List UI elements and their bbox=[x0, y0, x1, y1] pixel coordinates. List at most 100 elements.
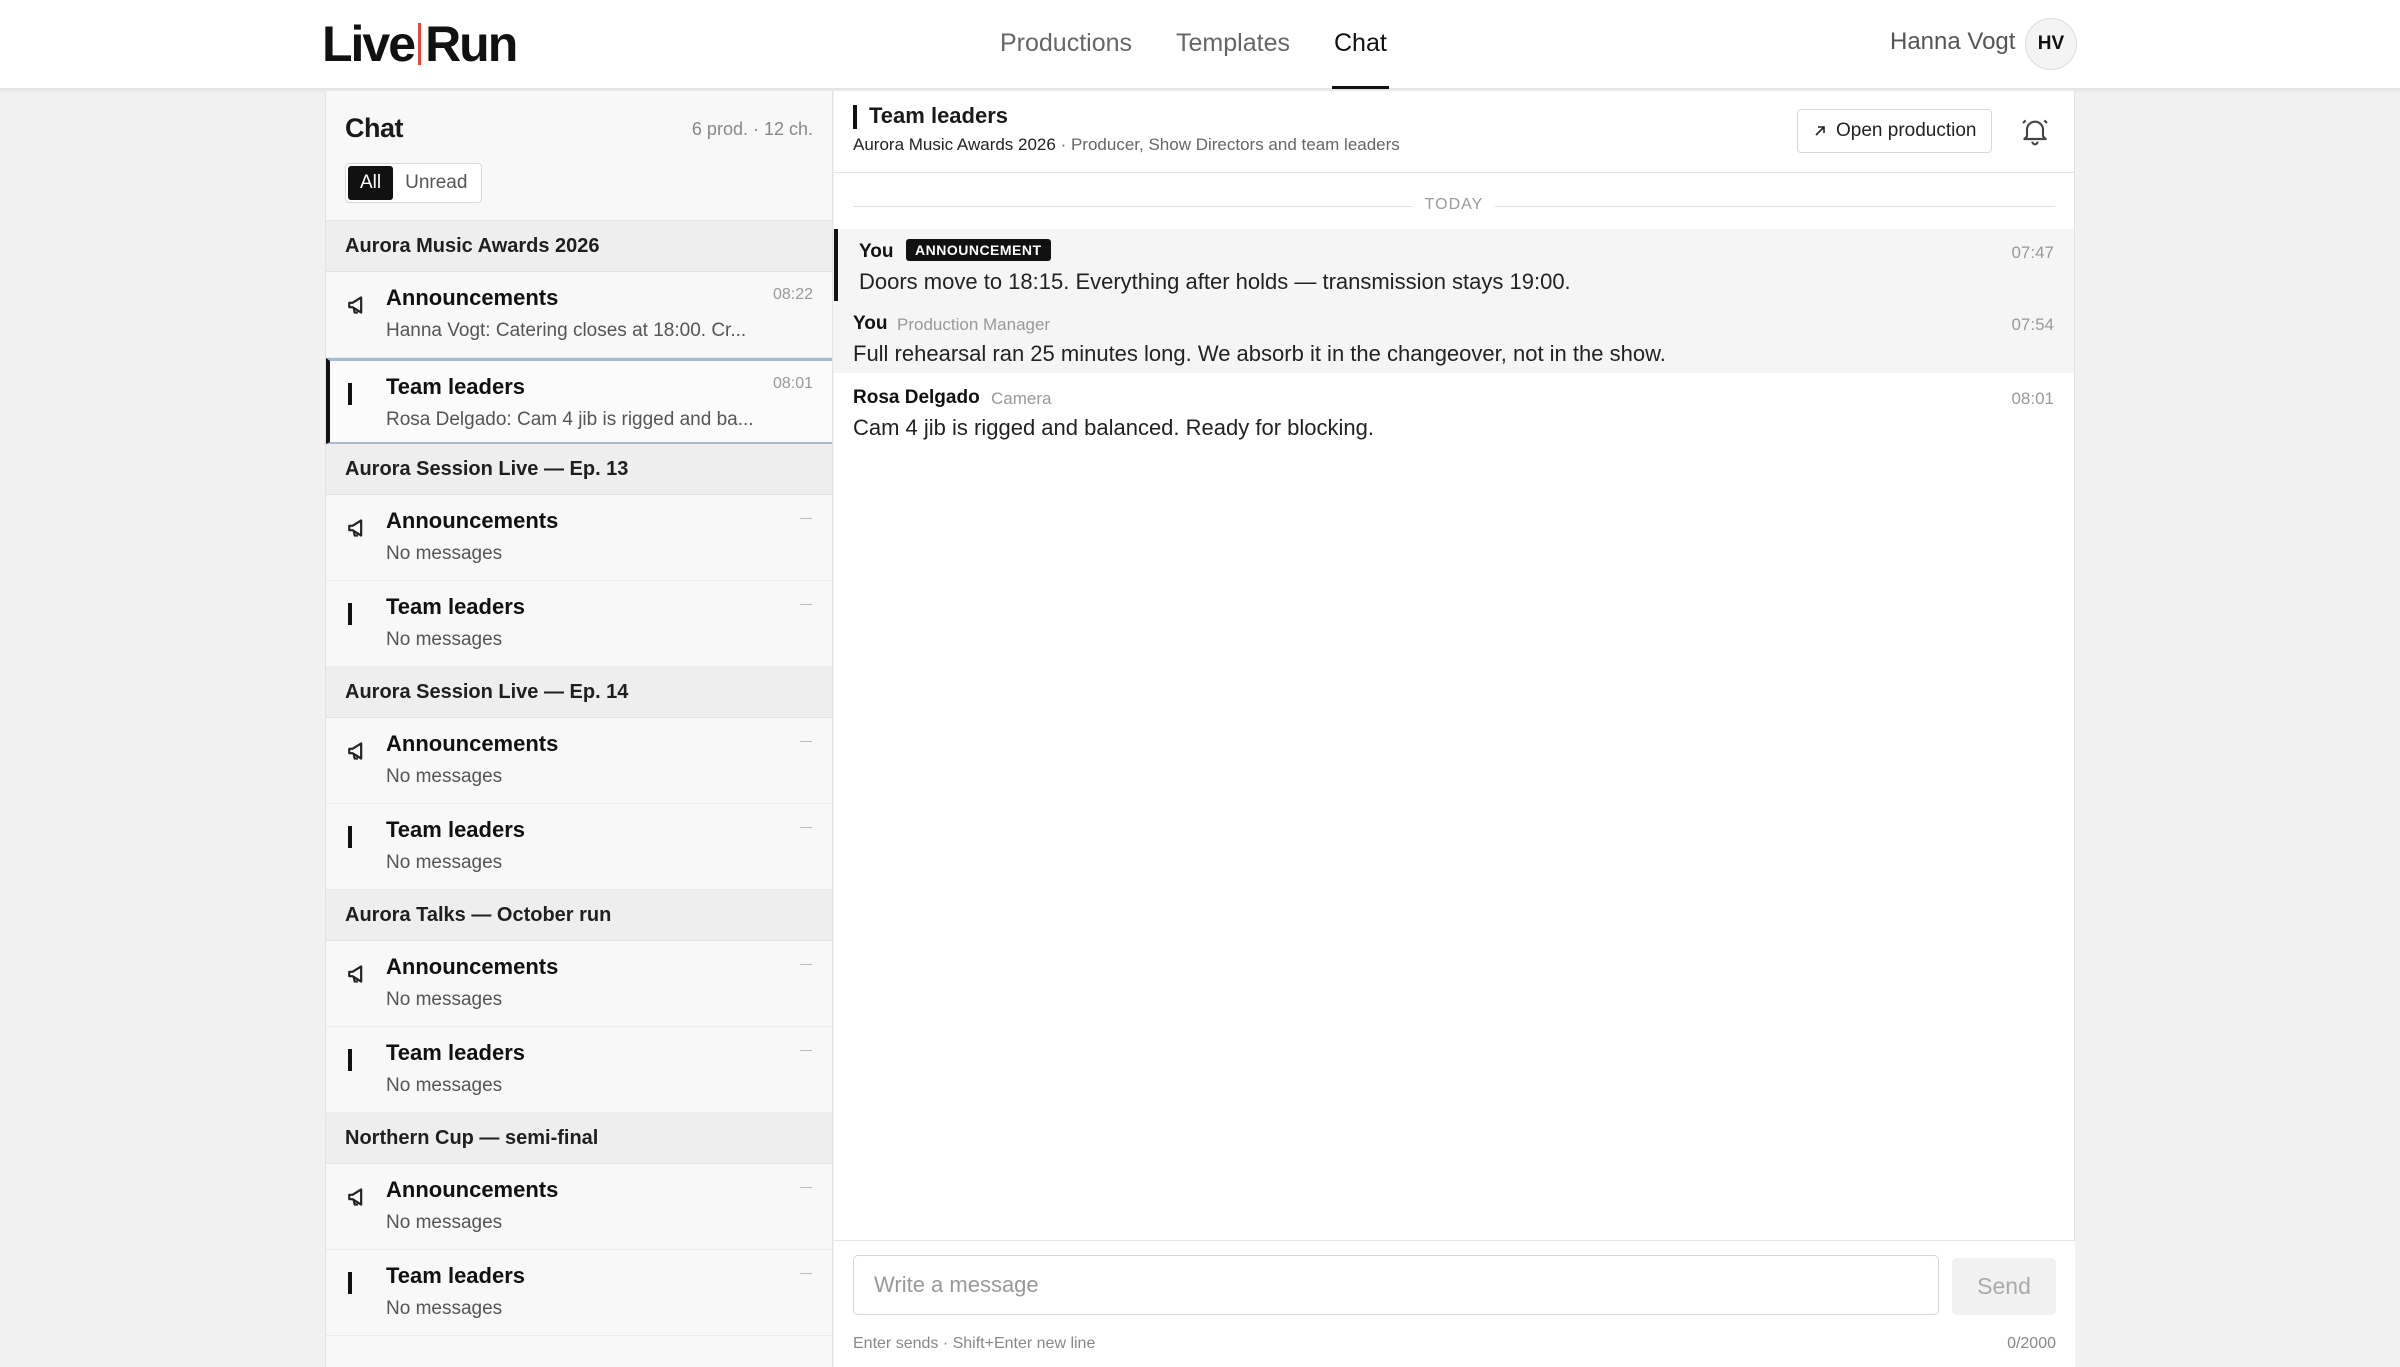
user-name[interactable]: Hanna Vogt bbox=[1890, 28, 2015, 56]
megaphone-icon bbox=[348, 742, 363, 760]
open-production-label: Open production bbox=[1836, 120, 1977, 141]
message-composer: Write a message Send Enter sends · Shift… bbox=[834, 1240, 2075, 1367]
team-channel-icon bbox=[348, 383, 352, 405]
channel-preview: No messages bbox=[386, 852, 503, 873]
channel-audience: · Producer, Show Directors and team lead… bbox=[1055, 135, 1400, 154]
team-channel-icon bbox=[348, 603, 352, 625]
megaphone-icon bbox=[348, 519, 363, 537]
no-activity-dash bbox=[800, 1273, 812, 1274]
channel-name: Team leaders bbox=[386, 594, 526, 619]
message[interactable]: You Production Manager 07:54 Full rehear… bbox=[834, 301, 2074, 373]
team-channel-icon bbox=[853, 105, 857, 129]
send-button[interactable]: Send bbox=[1952, 1258, 2056, 1315]
channel-item-team-leaders[interactable]: Team leaders No messages bbox=[326, 1027, 832, 1113]
channel-name: Announcements bbox=[386, 954, 559, 979]
channel-name: Announcements bbox=[386, 1177, 559, 1202]
channel-header: Team leaders Aurora Music Awards 2026 · … bbox=[834, 91, 2074, 173]
message-time: 07:47 bbox=[2011, 243, 2054, 262]
sidebar-header: Chat 6 prod. · 12 ch. All Unread bbox=[326, 91, 832, 221]
channel-item-announcements[interactable]: Announcements No messages bbox=[326, 495, 832, 581]
channel-item-team-leaders[interactable]: Team leaders No messages bbox=[326, 804, 832, 890]
production-group-header: Aurora Talks — October run bbox=[326, 890, 832, 941]
channel-production: Aurora Music Awards 2026 bbox=[853, 135, 1056, 154]
megaphone-icon bbox=[348, 1188, 363, 1206]
message-announcement[interactable]: You ANNOUNCEMENT 07:47 Doors move to 18:… bbox=[834, 229, 2074, 301]
channel-name: Announcements bbox=[386, 508, 559, 533]
logo-separator bbox=[418, 23, 422, 65]
no-activity-dash bbox=[800, 604, 812, 605]
channel-time: 08:01 bbox=[772, 375, 813, 392]
bell-icon[interactable] bbox=[2019, 115, 2051, 147]
day-label: TODAY bbox=[1424, 196, 1484, 213]
channel-name: Team leaders bbox=[386, 1263, 526, 1288]
channel-preview: Hanna Vogt: Catering closes at 18:00. Cr… bbox=[386, 320, 747, 341]
team-channel-icon bbox=[348, 1049, 352, 1071]
no-activity-dash bbox=[800, 964, 812, 965]
message-text: Doors move to 18:15. Everything after ho… bbox=[859, 269, 1571, 294]
avatar[interactable]: HV bbox=[2025, 18, 2077, 70]
megaphone-icon bbox=[348, 965, 363, 983]
no-activity-dash bbox=[800, 741, 812, 742]
sidebar-title: Chat bbox=[345, 113, 404, 143]
nav-productions[interactable]: Productions bbox=[1000, 0, 1132, 89]
channel-name: Team leaders bbox=[386, 374, 526, 399]
channel-time: 08:22 bbox=[772, 286, 813, 303]
production-group-header: Aurora Session Live — Ep. 13 bbox=[326, 444, 832, 495]
channel-preview: No messages bbox=[386, 989, 503, 1010]
channel-item-announcements[interactable]: Announcements No messages bbox=[326, 941, 832, 1027]
channel-preview: No messages bbox=[386, 1075, 503, 1096]
no-activity-dash bbox=[800, 518, 812, 519]
top-bar: Live Run Productions Templates Chat Hann… bbox=[0, 0, 2400, 89]
channel-preview: No messages bbox=[386, 1212, 503, 1233]
message-author: Rosa Delgado bbox=[853, 387, 980, 408]
nav-templates[interactable]: Templates bbox=[1176, 0, 1290, 89]
arrow-up-right-icon bbox=[1815, 126, 1825, 136]
channel-preview: No messages bbox=[386, 766, 503, 787]
channel-item-announcements[interactable]: Announcements No messages bbox=[326, 718, 832, 804]
channel-item-team-leaders[interactable]: Team leaders No messages bbox=[326, 581, 832, 667]
message-time: 08:01 bbox=[2011, 389, 2054, 408]
message-author: You bbox=[859, 241, 894, 262]
message-text: Full rehearsal ran 25 minutes long. We a… bbox=[853, 341, 1666, 366]
channel-item-announcements[interactable]: Announcements No messages bbox=[326, 1164, 832, 1250]
channel-preview: No messages bbox=[386, 543, 503, 564]
channel-subtitle: Aurora Music Awards 2026 · Producer, Sho… bbox=[853, 135, 1400, 155]
team-channel-icon bbox=[348, 826, 352, 848]
main-nav: Productions Templates Chat bbox=[1000, 0, 1431, 89]
message-text: Cam 4 jib is rigged and balanced. Ready … bbox=[853, 415, 1374, 440]
channel-item-team-leaders[interactable]: Team leaders No messages bbox=[326, 1250, 832, 1336]
character-count: 0/2000 bbox=[2007, 1335, 2056, 1352]
no-activity-dash bbox=[800, 827, 812, 828]
app-logo[interactable]: Live Run bbox=[322, 16, 518, 72]
message-role: Production Manager bbox=[897, 315, 1051, 334]
message[interactable]: Rosa Delgado Camera 08:01 Cam 4 jib is r… bbox=[834, 375, 2074, 447]
channel-item-team-leaders-selected[interactable]: Team leaders Rosa Delgado: Cam 4 jib is … bbox=[326, 358, 832, 444]
chat-panel: Team leaders Aurora Music Awards 2026 · … bbox=[834, 91, 2075, 1367]
message-role: Camera bbox=[991, 389, 1052, 408]
channel-preview: No messages bbox=[386, 1298, 503, 1319]
channel-sidebar: Chat 6 prod. · 12 ch. All Unread Aurora … bbox=[325, 91, 833, 1367]
message-input[interactable]: Write a message bbox=[853, 1255, 1939, 1315]
nav-chat[interactable]: Chat bbox=[1331, 0, 1389, 89]
filter-toggle: All Unread bbox=[345, 163, 483, 203]
production-group-header: Aurora Music Awards 2026 bbox=[326, 221, 832, 272]
channel-title: Team leaders bbox=[869, 103, 1009, 128]
logo-text-right: Run bbox=[425, 16, 518, 72]
filter-unread-button[interactable]: Unread bbox=[393, 166, 479, 200]
logo-text-left: Live bbox=[322, 16, 416, 72]
filter-all-button[interactable]: All bbox=[348, 166, 394, 200]
production-group-header: Northern Cup — semi-final bbox=[326, 1113, 832, 1164]
composer-hint: Enter sends · Shift+Enter new line bbox=[853, 1335, 1096, 1352]
channel-item-announcements[interactable]: Announcements Hanna Vogt: Catering close… bbox=[326, 272, 832, 358]
announcement-badge: ANNOUNCEMENT bbox=[906, 239, 1051, 261]
production-group-header: Aurora Session Live — Ep. 14 bbox=[326, 667, 832, 718]
message-author: You bbox=[853, 313, 888, 334]
channel-name: Announcements bbox=[386, 285, 559, 310]
no-activity-dash bbox=[800, 1187, 812, 1188]
channel-name: Team leaders bbox=[386, 1040, 526, 1065]
no-activity-dash bbox=[800, 1050, 812, 1051]
team-channel-icon bbox=[348, 1272, 352, 1294]
open-production-button[interactable]: Open production bbox=[1797, 109, 1992, 153]
channel-name: Team leaders bbox=[386, 817, 526, 842]
channel-preview: No messages bbox=[386, 629, 503, 650]
